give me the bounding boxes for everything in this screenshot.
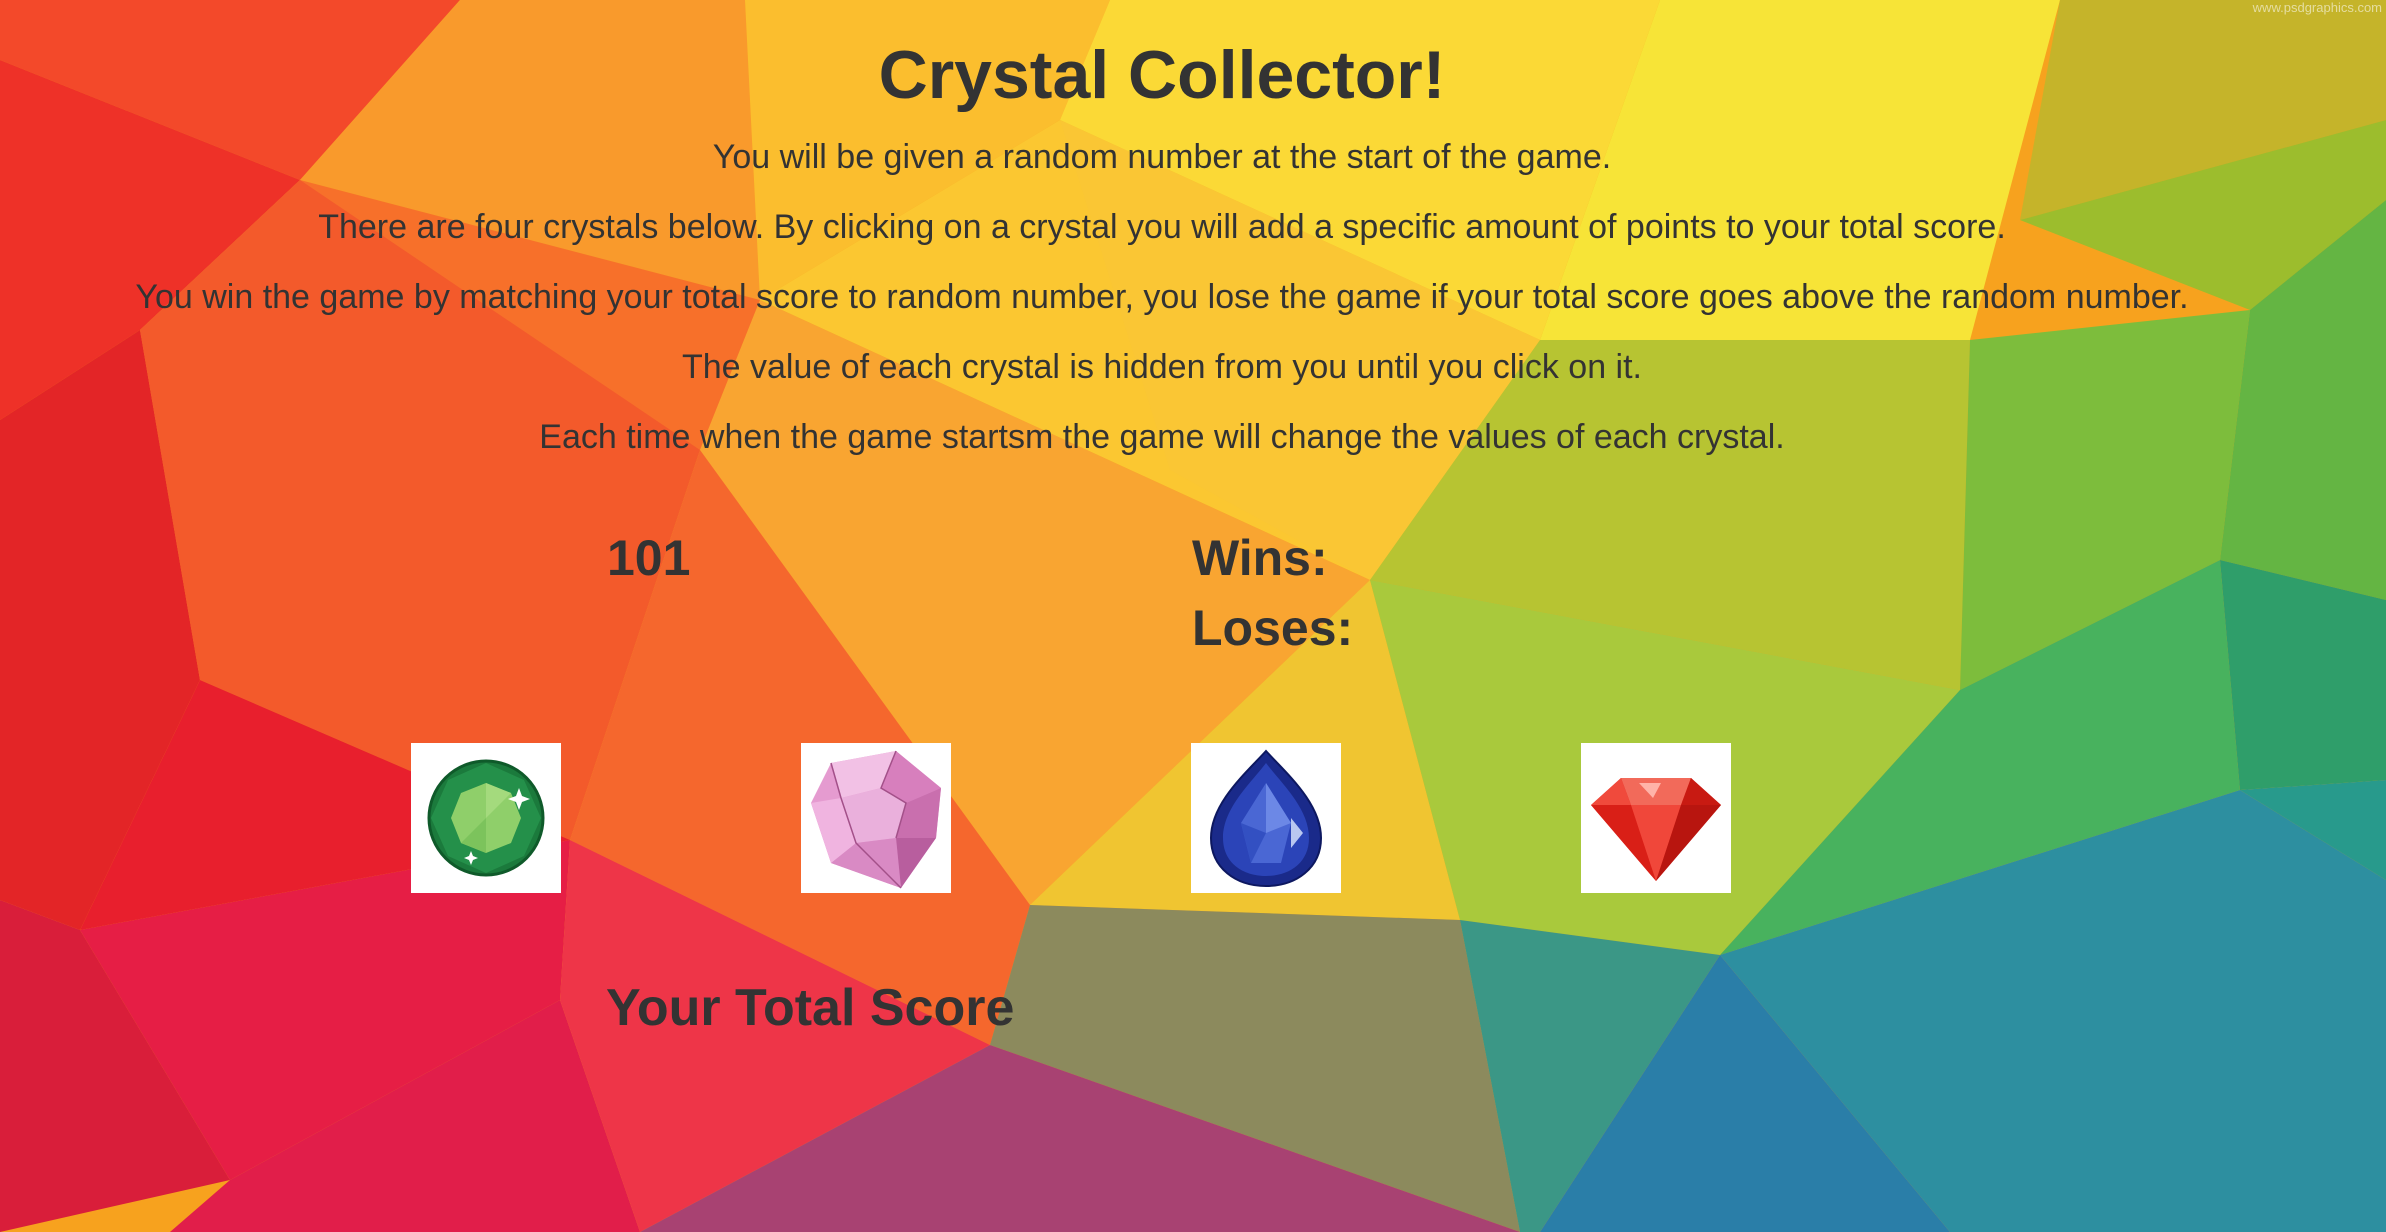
blue-sapphire-crystal-icon <box>1209 749 1323 888</box>
instruction-line-4: The value of each crystal is hidden from… <box>681 348 1643 386</box>
random-number: 101 <box>607 530 691 586</box>
red-ruby-crystal-icon <box>1591 778 1721 881</box>
page-title: Crystal Collector! <box>878 37 1446 113</box>
game-container: Crystal Collector! You will be given a r… <box>0 0 2386 1232</box>
crystal-button-green[interactable] <box>411 743 561 893</box>
crystal-button-red[interactable] <box>1581 743 1731 893</box>
instruction-line-3: You win the game by matching your total … <box>135 278 2189 316</box>
instruction-line-1: You will be given a random number at the… <box>712 138 1612 176</box>
crystal-button-pink[interactable] <box>801 743 951 893</box>
pink-diamond-crystal-icon <box>811 750 941 889</box>
loses-label: Loses: <box>1192 600 1354 656</box>
total-score-label: Your Total Score <box>606 979 1015 1037</box>
green-emerald-crystal-icon <box>427 759 545 877</box>
crystal-button-blue[interactable] <box>1191 743 1341 893</box>
instruction-line-5: Each time when the game startsm the game… <box>539 418 1785 456</box>
wins-label: Wins: <box>1192 530 1328 586</box>
instruction-line-2: There are four crystals below. By clicki… <box>318 208 2006 246</box>
